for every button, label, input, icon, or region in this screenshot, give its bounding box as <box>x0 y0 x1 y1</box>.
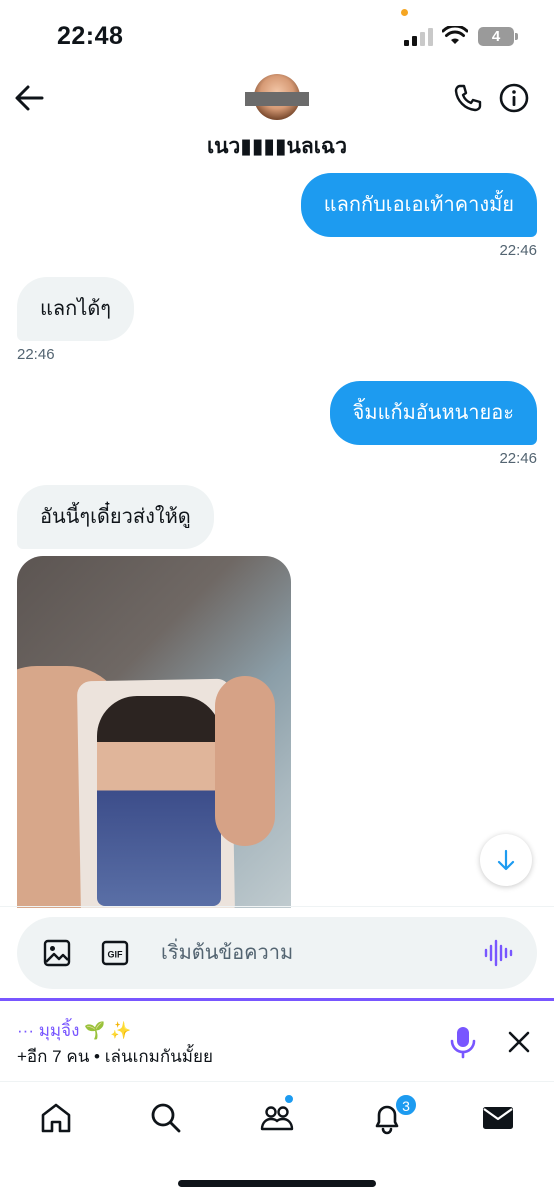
contact-name[interactable]: เนว▮▮▮▮นลเฉว <box>0 130 554 163</box>
home-indicator <box>178 1180 376 1187</box>
status-time: 22:48 <box>57 22 124 50</box>
message-input[interactable] <box>161 935 461 971</box>
image-icon[interactable] <box>42 938 72 968</box>
arrow-down-icon <box>497 849 515 871</box>
privacy-indicator-dot <box>401 9 408 16</box>
message-bubble-incoming[interactable]: แลกได้ๆ <box>17 277 135 341</box>
search-icon[interactable] <box>148 1100 184 1136</box>
photo-thumb-shape <box>215 676 275 846</box>
status-bar: 22:48 4 <box>0 0 554 64</box>
message-timestamp: 22:46 <box>17 346 55 363</box>
message-bubble-incoming[interactable]: อันนี้ๆเดี๋ยวส่งให้ดู <box>17 485 214 549</box>
scroll-to-bottom-button[interactable] <box>480 834 532 886</box>
space-bar[interactable]: ··· มุมุจิ้ง 🌱 ✨ +อีก 7 คน • เล่นเกมกันม… <box>0 1001 554 1081</box>
microphone-icon[interactable] <box>448 1025 478 1059</box>
battery-icon: 4 <box>478 27 514 46</box>
info-icon[interactable] <box>498 82 530 114</box>
space-subtitle: +อีก 7 คน • เล่นเกมกันมั้ยย <box>17 1047 213 1066</box>
phone-icon[interactable] <box>452 82 484 114</box>
message-composer: GIF <box>17 917 537 989</box>
communities-dot-badge <box>284 1094 294 1104</box>
messages-icon[interactable] <box>480 1100 516 1136</box>
gif-icon[interactable]: GIF <box>101 939 129 967</box>
message-timestamp: 22:46 <box>499 450 537 467</box>
communities-icon[interactable] <box>259 1100 295 1136</box>
message-bubble-outgoing[interactable]: จิ้มแก้มอันหนายอะ <box>329 381 537 445</box>
notification-count-badge: 3 <box>395 1094 417 1116</box>
message-bubble-outgoing[interactable]: แลกกับเอเอเท้าคางมั้ย <box>300 173 537 237</box>
voice-wave-icon[interactable] <box>483 939 513 967</box>
photo-person-shape <box>97 696 221 906</box>
message-timestamp: 22:46 <box>499 242 537 259</box>
avatar-redaction <box>245 92 309 106</box>
close-icon[interactable] <box>506 1029 532 1055</box>
photo-attachment[interactable] <box>17 556 291 908</box>
space-title: ··· มุมุจิ้ง 🌱 ✨ <box>17 1021 132 1040</box>
battery-tip <box>515 33 518 40</box>
home-icon[interactable] <box>38 1100 74 1136</box>
gif-label: GIF <box>108 950 124 960</box>
composer-divider <box>0 906 554 907</box>
wifi-icon <box>442 26 468 44</box>
signal-icon <box>404 28 434 46</box>
back-arrow-icon[interactable] <box>14 84 44 112</box>
